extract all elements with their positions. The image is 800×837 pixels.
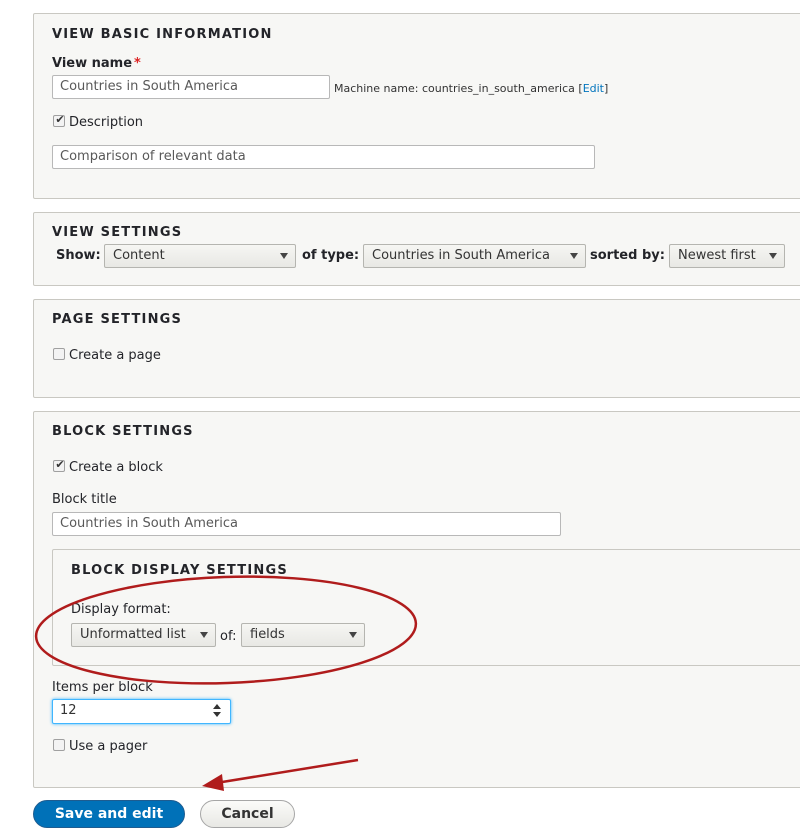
checkmark-icon: ✔ <box>55 458 65 471</box>
block-title-input[interactable]: Countries in South America <box>52 512 561 536</box>
view-settings-legend: View settings <box>52 225 183 240</box>
show-label: Show: <box>56 248 101 263</box>
required-marker: * <box>134 56 141 71</box>
create-page-checkbox[interactable] <box>53 348 65 360</box>
basic-information-legend: View basic information <box>52 27 273 42</box>
items-per-block-input[interactable]: 12 <box>52 699 231 724</box>
display-format-select-value: Unformatted list <box>80 627 186 642</box>
page-settings-legend: Page settings <box>52 312 183 327</box>
block-settings-legend: Block settings <box>52 424 194 439</box>
chevron-down-icon <box>280 253 288 259</box>
block-display-settings-legend: Block display settings <box>71 563 288 578</box>
show-select-value: Content <box>113 248 165 263</box>
chevron-down-icon <box>769 253 777 259</box>
save-and-edit-button[interactable]: Save and edit <box>33 800 185 828</box>
of-type-select-value: Countries in South America <box>372 248 550 263</box>
view-settings-fieldset: View settings Show: Content of type: Cou… <box>33 212 800 286</box>
items-per-block-label: Items per block <box>52 680 153 695</box>
view-name-label-text: View name <box>52 56 133 71</box>
view-name-input[interactable]: Countries in South America <box>52 75 330 99</box>
sorted-by-label: sorted by: <box>590 248 665 263</box>
use-pager-label: Use a pager <box>69 739 148 754</box>
chevron-down-icon <box>349 632 357 638</box>
items-per-block-value: 12 <box>60 703 77 718</box>
use-pager-checkbox[interactable] <box>53 739 65 751</box>
machine-name-text: Machine name: countries_in_south_america <box>334 82 575 95</box>
description-checkbox[interactable]: ✔ <box>53 113 65 127</box>
machine-name: Machine name: countries_in_south_america… <box>334 82 608 95</box>
number-spinner-icon[interactable] <box>213 704 221 717</box>
chevron-down-icon <box>570 253 578 259</box>
sorted-by-select[interactable]: Newest first <box>669 244 785 268</box>
create-block-checkbox[interactable]: ✔ <box>53 458 65 472</box>
row-style-select-value: fields <box>250 627 285 642</box>
chevron-down-icon <box>200 632 208 638</box>
description-label: Description <box>69 115 144 130</box>
show-select[interactable]: Content <box>104 244 296 268</box>
machine-name-bracket-close: ] <box>604 82 609 95</box>
checkmark-icon: ✔ <box>55 113 65 126</box>
of-type-label: of type: <box>302 248 360 263</box>
sorted-by-select-value: Newest first <box>678 248 756 263</box>
of-label: of: <box>220 629 237 644</box>
description-input[interactable]: Comparison of relevant data <box>52 145 595 169</box>
view-name-label: View name * <box>52 56 141 71</box>
of-type-select[interactable]: Countries in South America <box>363 244 586 268</box>
machine-name-edit-link[interactable]: Edit <box>583 82 604 95</box>
create-block-label: Create a block <box>69 460 163 475</box>
block-title-label: Block title <box>52 492 117 507</box>
cancel-button[interactable]: Cancel <box>200 800 295 828</box>
page-settings-fieldset: Page settings Create a page <box>33 299 800 398</box>
create-page-label: Create a page <box>69 348 161 363</box>
display-format-label: Display format: <box>71 602 171 617</box>
row-style-select[interactable]: fields <box>241 623 365 647</box>
block-settings-fieldset: Block settings ✔ Create a block Block ti… <box>33 411 800 788</box>
display-format-select[interactable]: Unformatted list <box>71 623 216 647</box>
basic-information-fieldset: View basic information View name * Countr… <box>33 13 800 199</box>
block-display-settings-fieldset: Block display settings Display format: U… <box>52 549 800 666</box>
